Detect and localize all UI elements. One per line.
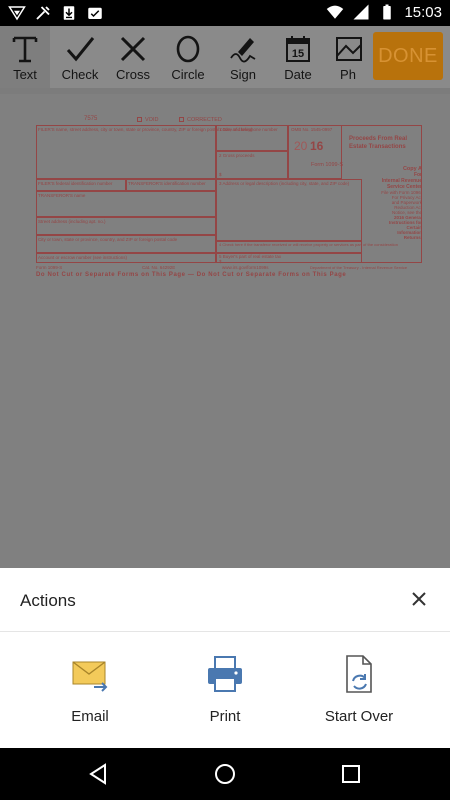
form-name: Form 1099-S: [311, 162, 344, 168]
cell-signal-icon: [353, 4, 369, 20]
actions-sheet: Actions Email Print Start Over: [0, 568, 450, 748]
tool-check[interactable]: Check: [55, 26, 105, 88]
tool-check-label: Check: [61, 67, 99, 82]
pen-sign-icon: [230, 38, 256, 63]
cross-x-icon: [120, 36, 146, 62]
system-nav-bar: [0, 748, 450, 800]
footer-dept: Department of the Treasury - Internal Re…: [310, 265, 408, 270]
email-action[interactable]: Email: [30, 654, 150, 725]
printer-icon: [208, 656, 242, 692]
tool-sign[interactable]: Sign: [218, 26, 268, 88]
dimmed-overlay: 7575 VOID CORRECTED FILER'S name, street…: [0, 94, 450, 568]
tool-date[interactable]: 15 Date: [273, 26, 323, 88]
tools-icon: [36, 6, 50, 20]
void-checkbox: [137, 117, 142, 122]
street-label: Street address (including apt. no.): [38, 219, 106, 224]
gross-proceeds-label: 2 Gross proceeds: [219, 153, 255, 158]
svg-text:15: 15: [292, 48, 304, 60]
wifi-icon: [327, 5, 344, 19]
buyer-tax-dollar: $: [219, 259, 222, 264]
tool-cross[interactable]: Cross: [108, 26, 158, 88]
close-icon[interactable]: [410, 590, 428, 608]
tool-cross-label: Cross: [116, 67, 150, 82]
date-closing-label: 1 Date of closing: [219, 127, 253, 132]
copy-a-line: Returns.: [403, 235, 422, 240]
print-action[interactable]: Print: [165, 654, 285, 725]
circle-icon: [176, 35, 200, 63]
recents-square-icon[interactable]: [339, 762, 363, 786]
transferor-tin-label: TRANSFEROR'S identification number: [128, 181, 206, 186]
tool-photo-label: Ph: [340, 67, 356, 82]
signal-outline-icon: [8, 6, 26, 21]
tool-date-label: Date: [284, 67, 312, 82]
status-bar: 15:03: [0, 0, 450, 26]
address-box: [216, 179, 362, 241]
filer-tin-label: FILER'S federal identification number: [38, 181, 113, 186]
tool-text-label: Text: [13, 67, 37, 82]
address-label: 3 Address or legal description (includin…: [219, 181, 350, 186]
footer-form: Form 1099-S: [36, 265, 63, 270]
tool-circle[interactable]: Circle: [163, 26, 213, 88]
gross-dollar: $: [219, 172, 222, 177]
image-check-icon: [88, 7, 102, 19]
text-T-icon: [12, 36, 38, 63]
city-label: City or town, state or province, country…: [38, 237, 178, 242]
done-button[interactable]: DONE: [373, 32, 443, 80]
footer-url: www.irs.gov/form1099s: [222, 265, 269, 270]
actions-title: Actions: [20, 591, 76, 610]
document-refresh-icon: [346, 655, 372, 693]
status-time: 15:03: [404, 3, 442, 21]
filer-box: [36, 125, 216, 179]
home-circle-icon[interactable]: [213, 762, 237, 786]
done-button-label: DONE: [378, 44, 438, 67]
print-label: Print: [209, 708, 241, 725]
transferor-name-label: TRANSFEROR'S name: [38, 193, 86, 198]
omb-label: OMB No. 1545-0997: [291, 127, 333, 132]
tool-photo[interactable]: Ph: [328, 26, 368, 88]
tool-sign-label: Sign: [229, 67, 257, 82]
start-over-action[interactable]: Start Over: [299, 654, 419, 725]
tool-text[interactable]: Text: [0, 26, 50, 88]
annotation-toolbar: Text Check Cross Circle Sign 15 Date Ph …: [0, 26, 450, 88]
title-line1: Proceeds From Real: [349, 136, 408, 142]
corrected-checkbox: [179, 117, 184, 122]
void-label: VOID: [145, 117, 159, 123]
back-triangle-icon[interactable]: [87, 762, 111, 786]
battery-icon: [383, 4, 392, 20]
year-suffix: 16: [310, 139, 324, 153]
email-send-icon: [72, 661, 108, 692]
checkmark-icon: [66, 37, 95, 62]
footer-cat: Cat. No. 64292E: [142, 265, 176, 270]
copy-a-block: Copy A For Internal Revenue Service Cent…: [364, 166, 422, 240]
do-not-cut-banner: Do Not Cut or Separate Forms on This Pag…: [36, 272, 347, 278]
buyer-tax-label: 5 Buyer's part of real estate tax: [219, 254, 282, 259]
form-1099s: 7575 VOID CORRECTED FILER'S name, street…: [36, 114, 424, 289]
download-icon: [63, 6, 75, 20]
start-over-label: Start Over: [324, 708, 394, 725]
calendar-icon: 15: [286, 36, 310, 62]
corrected-label: CORRECTED: [187, 117, 222, 123]
form-code: 7575: [84, 116, 98, 122]
document-viewer[interactable]: 7575 VOID CORRECTED FILER'S name, street…: [0, 88, 450, 568]
actions-sheet-header: Actions: [0, 568, 450, 632]
account-label: Account or escrow number (see instructio…: [38, 255, 128, 260]
title-line2: Estate Transactions: [349, 144, 406, 150]
check-here-label: 4 Check here if the transferor received …: [219, 242, 398, 247]
email-label: Email: [71, 708, 109, 725]
photo-icon: [336, 37, 362, 61]
tool-circle-label: Circle: [171, 67, 205, 82]
year-prefix: 20: [294, 139, 308, 153]
